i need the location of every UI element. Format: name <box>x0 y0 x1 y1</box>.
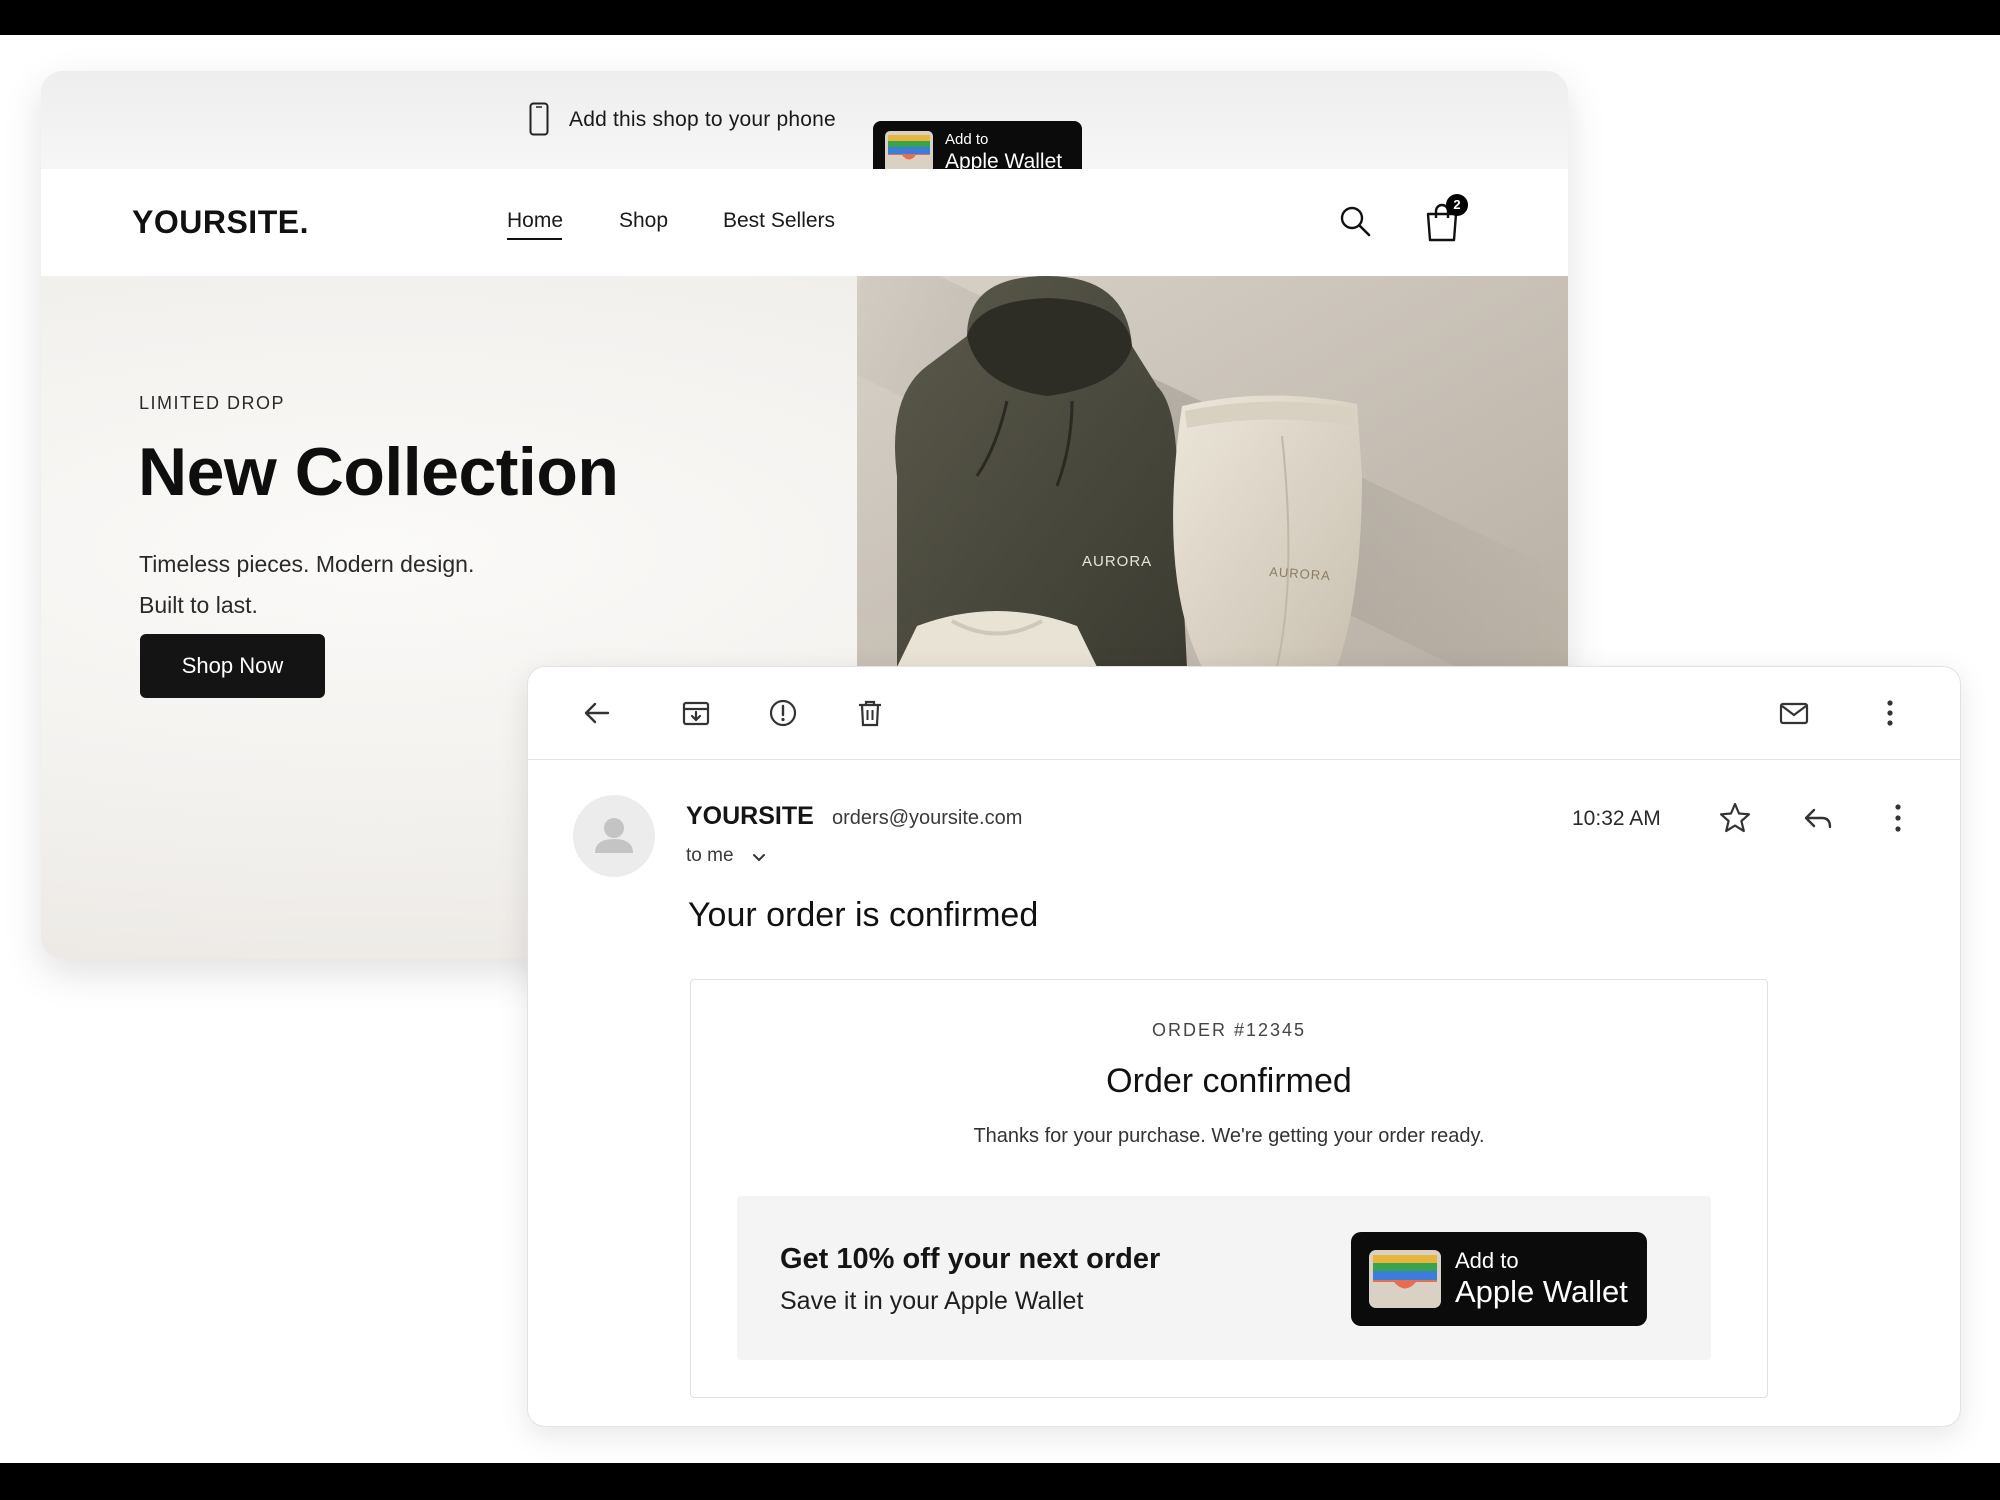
archive-icon[interactable] <box>681 698 711 728</box>
mark-unread-mail-icon[interactable] <box>1779 698 1809 728</box>
wallet-label-line2: Apple Wallet <box>1455 1274 1628 1309</box>
trash-icon[interactable] <box>855 698 885 728</box>
order-number: ORDER #12345 <box>1151 1020 1307 1040</box>
message-more-icon[interactable] <box>1883 801 1913 835</box>
sender-name: YOURSITE <box>686 802 814 830</box>
site-navbar: YOURSITE. Home Shop Best Sellers 2 <box>41 169 1568 276</box>
wallet-promo-bar: Add this shop to your phone Add to Apple… <box>41 71 1568 185</box>
order-heading: Order confirmed <box>1106 1062 1352 1100</box>
hero-eyebrow: LIMITED DROP <box>139 393 286 413</box>
email-subject: Your order is confirmed <box>688 896 1039 934</box>
hero-subtitle-line2: Built to last. <box>139 592 258 618</box>
svg-text:AURORA: AURORA <box>1082 553 1152 570</box>
offer-subtitle: Save it in your Apple Wallet <box>780 1287 1084 1315</box>
sender-email: orders@yoursite.com <box>832 807 1023 829</box>
more-options-icon[interactable] <box>1875 698 1905 728</box>
order-thanks-text: Thanks for your purchase. We're getting … <box>973 1125 1485 1147</box>
screen-canvas: Add this shop to your phone Add to Apple… <box>0 35 2000 1463</box>
wallet-label-line1: Add to <box>945 131 989 148</box>
wallet-icon <box>885 131 933 173</box>
wallet-label-line1: Add to <box>1455 1248 1519 1273</box>
reply-icon[interactable] <box>1802 803 1834 835</box>
chevron-down-icon[interactable] <box>751 850 767 866</box>
hero-subtitle-line1: Timeless pieces. Modern design. <box>139 551 475 577</box>
sender-avatar <box>573 795 655 877</box>
nav-link-best-sellers[interactable]: Best Sellers <box>723 209 835 233</box>
phone-icon <box>529 102 549 136</box>
active-nav-underline <box>507 238 562 240</box>
cart-count-badge: 2 <box>1446 194 1468 216</box>
add-to-apple-wallet-button[interactable]: Add to Apple Wallet <box>1351 1232 1647 1326</box>
recipient-label[interactable]: to me <box>686 845 734 867</box>
back-arrow-icon[interactable] <box>582 698 612 728</box>
email-timestamp: 10:32 AM <box>1572 807 1661 830</box>
hero-product-image: AURORA AURORA <box>857 276 1568 667</box>
shop-now-button[interactable]: Shop Now <box>140 634 325 698</box>
hero-title: New Collection <box>138 434 619 510</box>
star-icon[interactable] <box>1718 801 1752 835</box>
hero-subtitle: Timeless pieces. Modern design. Built to… <box>139 544 474 626</box>
report-spam-icon[interactable] <box>768 698 798 728</box>
discount-offer-panel: Get 10% off your next order Save it in y… <box>737 1196 1711 1360</box>
offer-title: Get 10% off your next order <box>780 1243 1161 1275</box>
email-window: YOURSITE orders@yoursite.com to me 10:32… <box>527 666 1961 1427</box>
email-toolbar <box>528 667 1960 760</box>
person-icon <box>595 818 633 853</box>
nav-link-home[interactable]: Home <box>507 209 563 233</box>
order-confirmation-card: ORDER #12345 Order confirmed Thanks for … <box>690 979 1768 1398</box>
site-logo[interactable]: YOURSITE. <box>132 204 309 241</box>
search-icon[interactable] <box>1339 205 1371 237</box>
wallet-icon <box>1369 1250 1441 1308</box>
promo-text: Add this shop to your phone <box>569 108 836 131</box>
nav-link-shop[interactable]: Shop <box>619 209 668 233</box>
